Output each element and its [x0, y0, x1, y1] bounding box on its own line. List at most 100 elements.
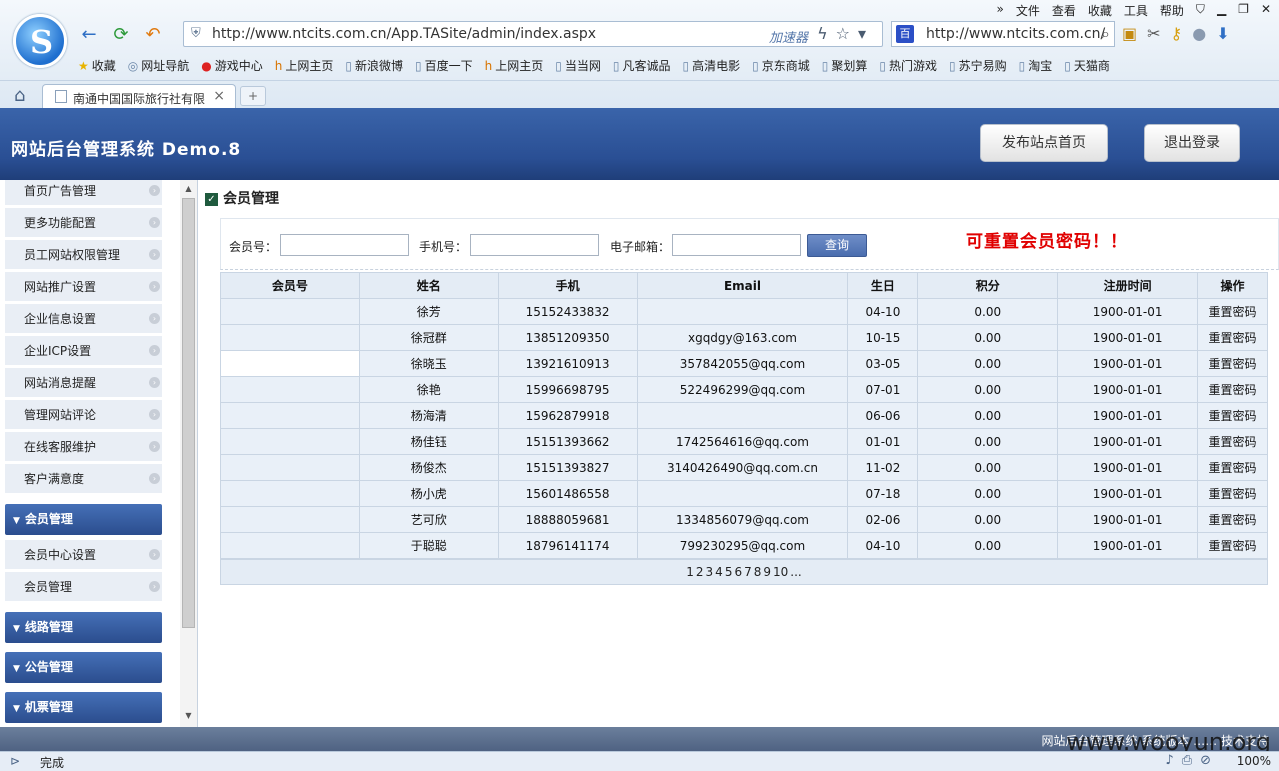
bookmark-item[interactable]: ▯ 高清电影 — [683, 57, 741, 74]
query-button[interactable]: 查询 — [807, 234, 867, 257]
logout-button[interactable]: 退出登录 — [1144, 124, 1240, 162]
page-link[interactable]: 10 — [773, 565, 788, 579]
bookmark-item[interactable]: ▯ 苏宁易购 — [949, 57, 1007, 74]
undo-close-icon[interactable]: ↶ — [142, 24, 164, 46]
scroll-down-icon[interactable]: ▼ — [182, 709, 195, 723]
refresh-icon[interactable]: ⟳ — [110, 24, 132, 46]
close-tab-icon[interactable]: × — [213, 88, 225, 104]
sidebar-group-members[interactable]: ▼ 会员管理 — [5, 504, 162, 535]
bookmark-item[interactable]: ▯ 热门游戏 — [879, 57, 937, 74]
sidebar-group-routes[interactable]: ▼ 线路管理 — [5, 612, 162, 643]
page-link[interactable]: 8 — [754, 565, 762, 579]
bookmark-item[interactable]: ▯ 凡客诚品 — [613, 57, 671, 74]
publish-homepage-button[interactable]: 发布站点首页 — [980, 124, 1108, 162]
sidebar-scrollbar[interactable]: ▲ ▼ — [164, 180, 197, 727]
bookmark-item[interactable]: ◎ 网址导航 — [128, 57, 190, 74]
reset-password-link[interactable]: 重置密码 — [1197, 532, 1268, 559]
page-link[interactable]: 4 — [715, 565, 723, 579]
menu-favorites[interactable]: 收藏 — [1088, 2, 1112, 19]
print-icon[interactable]: ⎙ — [1182, 753, 1200, 768]
bookmark-item[interactable]: h 上网主页 — [485, 57, 544, 74]
key-icon[interactable]: ⚷ — [1171, 24, 1183, 43]
sidebar-item-member-management[interactable]: 会员管理 › — [5, 572, 162, 602]
reset-password-link[interactable]: 重置密码 — [1197, 298, 1268, 325]
reset-password-link[interactable]: 重置密码 — [1197, 350, 1268, 377]
scissors-icon[interactable]: ✂ — [1147, 24, 1160, 43]
sidebar-item-site-messages[interactable]: 网站消息提醒 › — [5, 368, 162, 398]
chat-icon[interactable]: ● — [1192, 24, 1206, 43]
new-tab-button[interactable]: + — [240, 86, 266, 106]
adblock-icon[interactable]: ⊘ — [1200, 753, 1219, 768]
bookmark-item[interactable]: ★ 收藏 — [78, 57, 116, 74]
page-link[interactable]: 3 — [706, 565, 714, 579]
member-no-input[interactable] — [280, 234, 409, 256]
page-link[interactable]: 1 — [686, 565, 694, 579]
translate-icon[interactable]: ▣ — [1122, 24, 1137, 43]
collapse-icon[interactable]: ✓ — [205, 192, 218, 206]
sidebar-item-comments[interactable]: 管理网站评论 › — [5, 400, 162, 430]
page-link[interactable]: 5 — [725, 565, 733, 579]
lightning-icon[interactable]: ϟ — [817, 24, 836, 43]
search-box[interactable]: 百 http://www.ntcits.com.cn/ ⌕ — [891, 21, 1115, 47]
home-icon[interactable]: ⌂ — [14, 85, 25, 106]
page-link[interactable]: 2 — [696, 565, 704, 579]
back-icon[interactable]: ← — [78, 24, 100, 46]
minimize-icon[interactable]: ▁ — [1217, 2, 1226, 19]
star-icon[interactable]: ☆ — [836, 24, 858, 43]
address-url[interactable]: http://www.ntcits.com.cn/App.TASite/admi… — [212, 26, 596, 42]
reset-password-link[interactable]: 重置密码 — [1197, 428, 1268, 455]
sidebar-item-member-center[interactable]: 会员中心设置 › — [5, 540, 162, 570]
sidebar-item-promotion[interactable]: 网站推广设置 › — [5, 272, 162, 302]
sidebar-toggle-icon[interactable]: ⊳ — [10, 754, 20, 768]
sidebar-item-online-service[interactable]: 在线客服维护 › — [5, 432, 162, 462]
reset-password-link[interactable]: 重置密码 — [1197, 506, 1268, 533]
menu-more[interactable]: » — [997, 2, 1004, 19]
page-link[interactable]: 7 — [744, 565, 752, 579]
phone-input[interactable] — [470, 234, 599, 256]
bookmark-item[interactable]: ▯ 当当网 — [555, 57, 601, 74]
bookmark-item[interactable]: ▯ 淘宝 — [1019, 57, 1053, 74]
search-engine-icon[interactable]: 百 — [896, 25, 914, 43]
sidebar-item-icp[interactable]: 企业ICP设置 › — [5, 336, 162, 366]
search-input[interactable]: http://www.ntcits.com.cn/ — [926, 26, 1105, 42]
sidebar-item-home-ads[interactable]: 首页广告管理 › — [5, 180, 162, 206]
bookmark-item[interactable]: h 上网主页 — [275, 57, 334, 74]
reset-password-link[interactable]: 重置密码 — [1197, 324, 1268, 351]
page-link[interactable]: 6 — [734, 565, 742, 579]
menu-view[interactable]: 查看 — [1052, 2, 1076, 19]
sidebar-group-tickets[interactable]: ▼ 机票管理 — [5, 692, 162, 723]
menu-tools[interactable]: 工具 — [1124, 2, 1148, 19]
browser-tab[interactable]: 南通中国国际旅行社有限 × — [42, 84, 236, 109]
zoom-level[interactable]: 100% — [1237, 754, 1271, 768]
reset-password-link[interactable]: 重置密码 — [1197, 480, 1268, 507]
search-icon[interactable]: ⌕ — [1101, 24, 1110, 44]
bookmark-item[interactable]: ▯ 天猫商 — [1064, 57, 1110, 74]
sidebar-item-company-info[interactable]: 企业信息设置 › — [5, 304, 162, 334]
page-link[interactable]: ... — [790, 565, 801, 579]
sidebar-item-satisfaction[interactable]: 客户满意度 › — [5, 464, 162, 494]
accelerator-label[interactable]: 加速器 — [769, 27, 808, 46]
restore-icon[interactable]: ❐ — [1238, 2, 1249, 19]
dropdown-icon[interactable]: ▾ — [858, 24, 874, 43]
bookmark-item[interactable]: ● 游戏中心 — [201, 57, 263, 74]
bookmark-item[interactable]: ▯ 聚划算 — [822, 57, 868, 74]
sidebar-item-staff-permissions[interactable]: 员工网站权限管理 › — [5, 240, 162, 270]
page-link[interactable]: 9 — [763, 565, 771, 579]
menu-help[interactable]: 帮助 — [1160, 2, 1184, 19]
menu-file[interactable]: 文件 — [1016, 2, 1040, 19]
bookmark-item[interactable]: ▯ 京东商城 — [752, 57, 810, 74]
bookmark-item[interactable]: ▯ 新浪微博 — [345, 57, 403, 74]
reset-password-link[interactable]: 重置密码 — [1197, 402, 1268, 429]
close-window-icon[interactable]: ✕ — [1261, 2, 1271, 19]
skin-icon[interactable]: ⛉ — [1196, 2, 1205, 19]
sidebar-group-notices[interactable]: ▼ 公告管理 — [5, 652, 162, 683]
email-input[interactable] — [672, 234, 801, 256]
scroll-up-icon[interactable]: ▲ — [182, 182, 195, 196]
sidebar-item-more-config[interactable]: 更多功能配置 › — [5, 208, 162, 238]
download-icon[interactable]: ⬇ — [1216, 24, 1229, 43]
reset-password-link[interactable]: 重置密码 — [1197, 454, 1268, 481]
volume-icon[interactable]: ♪ — [1165, 753, 1181, 768]
scroll-thumb[interactable] — [182, 198, 195, 628]
reset-password-link[interactable]: 重置密码 — [1197, 376, 1268, 403]
address-bar[interactable]: ⛨ http://www.ntcits.com.cn/App.TASite/ad… — [183, 21, 883, 47]
